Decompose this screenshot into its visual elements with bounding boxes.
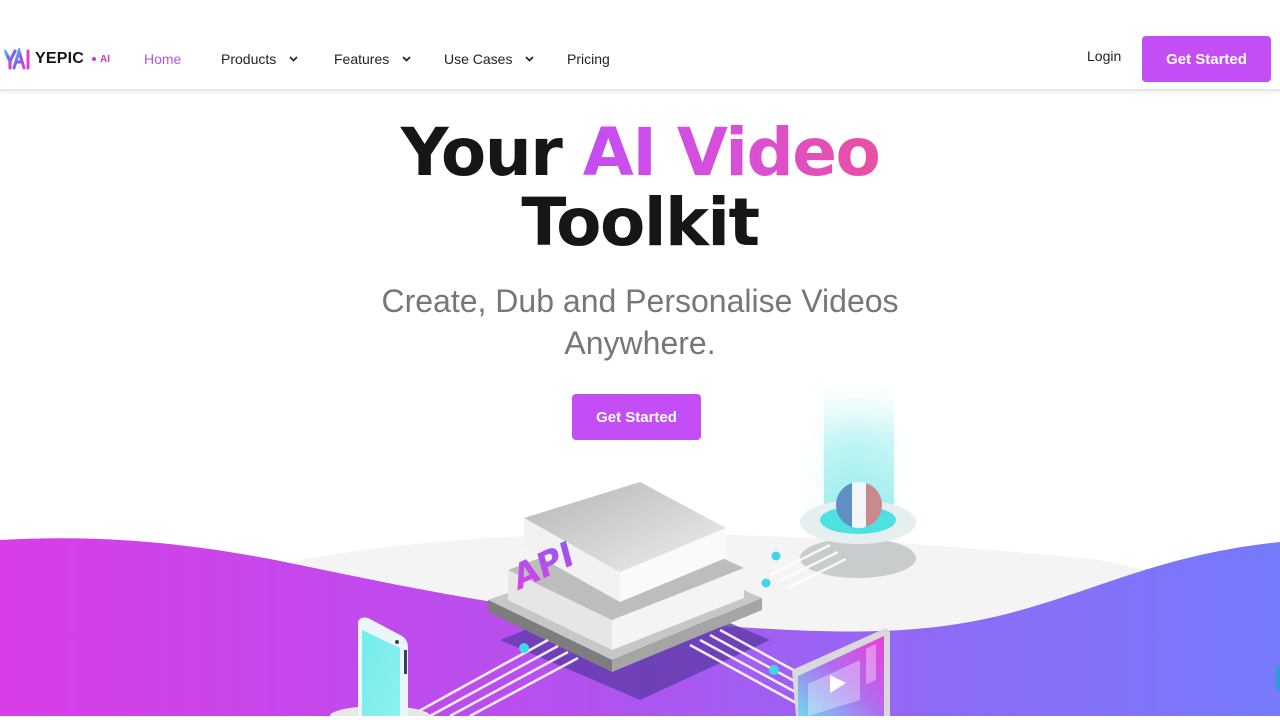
chevron-down-icon bbox=[525, 56, 535, 62]
signal-dot bbox=[771, 551, 781, 561]
background-wave-purple bbox=[0, 538, 1280, 716]
video-monitor-illustration bbox=[792, 628, 890, 716]
hologram-ring bbox=[820, 506, 896, 534]
hologram-beam bbox=[824, 380, 894, 520]
signal-dot bbox=[769, 665, 779, 675]
chat-widget-edge bbox=[1276, 665, 1280, 691]
nav-item-features[interactable]: Features bbox=[334, 48, 411, 70]
brand-name: YEPIC bbox=[35, 50, 85, 67]
hero-get-started-button[interactable]: Get Started bbox=[572, 394, 701, 440]
play-icon bbox=[830, 675, 846, 693]
hero-subtitle-line1: Create, Dub and Personalise Videos bbox=[381, 283, 899, 319]
hero-subtitle: Create, Dub and Personalise Videos Anywh… bbox=[0, 280, 1280, 364]
nav-item-label: Use Cases bbox=[444, 51, 513, 67]
nav-get-started-button[interactable]: Get Started bbox=[1142, 36, 1271, 82]
hero-title-prefix: Your bbox=[400, 114, 563, 191]
page-bottom-edge bbox=[0, 716, 1280, 720]
nav-item-label: Products bbox=[221, 51, 277, 67]
nav-item-label: Pricing bbox=[567, 51, 610, 67]
nav-item-products[interactable]: Products bbox=[221, 48, 298, 70]
api-chip-illustration: API bbox=[488, 482, 770, 700]
chevron-down-icon bbox=[402, 56, 411, 62]
french-flag-globe-icon bbox=[836, 482, 882, 528]
hologram-connection-lines bbox=[769, 543, 847, 591]
brand-logo[interactable]: YEPIC AI bbox=[4, 47, 110, 71]
signal-dot bbox=[519, 643, 529, 653]
nav-item-home[interactable]: Home bbox=[144, 48, 181, 70]
right-connection-lines bbox=[689, 628, 831, 707]
hero-title: Your AI Video Toolkit bbox=[0, 118, 1280, 258]
brand-dot bbox=[92, 57, 97, 61]
hologram-base-lower bbox=[800, 538, 916, 578]
hero-subtitle-line2: Anywhere. bbox=[564, 325, 716, 361]
nav-item-pricing[interactable]: Pricing bbox=[567, 48, 610, 70]
nav-item-label: Features bbox=[334, 51, 390, 67]
hero-title-highlight: AI Video bbox=[582, 114, 881, 191]
brand-suffix: AI bbox=[100, 53, 111, 65]
hero-title-suffix: Toolkit bbox=[521, 184, 760, 261]
background-wave-grey bbox=[300, 533, 1280, 720]
hologram-base bbox=[800, 500, 916, 544]
login-link[interactable]: Login bbox=[1087, 48, 1121, 64]
yepic-ai-logo-icon bbox=[4, 48, 30, 70]
nav-item-label: Home bbox=[144, 51, 182, 67]
left-connection-lines bbox=[409, 638, 579, 718]
api-chip-label: API bbox=[509, 533, 577, 599]
chevron-down-icon bbox=[289, 56, 298, 62]
top-navigation-bar: YEPIC AI Home Products Features Use Case… bbox=[0, 0, 1280, 91]
smartphone-illustration bbox=[330, 617, 430, 720]
signal-dot bbox=[761, 578, 771, 588]
hologram-glow bbox=[790, 370, 920, 570]
nav-item-use-cases[interactable]: Use Cases bbox=[444, 48, 535, 70]
